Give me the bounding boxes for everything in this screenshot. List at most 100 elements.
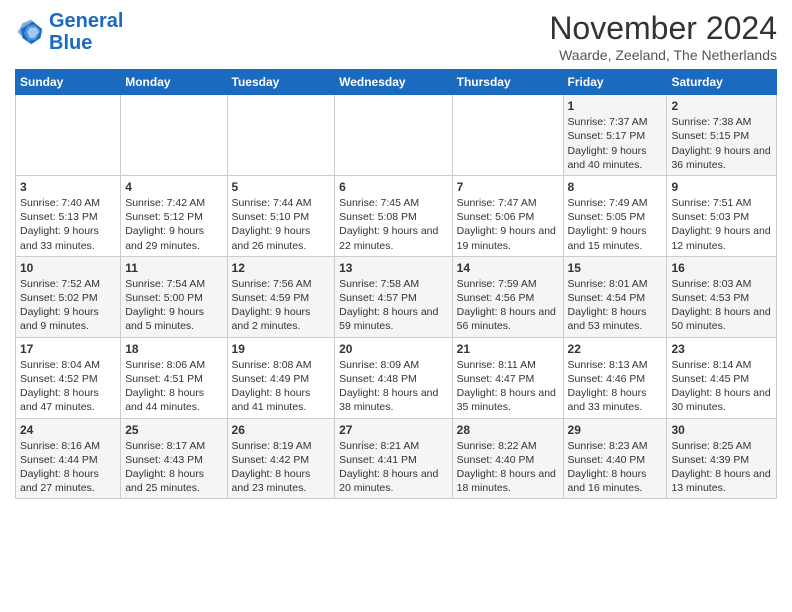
- day-info-line: Sunrise: 8:19 AM: [232, 439, 331, 453]
- day-info-line: Sunset: 5:13 PM: [20, 210, 116, 224]
- calendar-cell: 25Sunrise: 8:17 AMSunset: 4:43 PMDayligh…: [121, 418, 227, 499]
- day-number: 7: [457, 179, 559, 195]
- day-info-line: Sunrise: 8:09 AM: [339, 358, 448, 372]
- day-info-line: Sunrise: 7:54 AM: [125, 277, 222, 291]
- day-number: 18: [125, 341, 222, 357]
- calendar-cell: 6Sunrise: 7:45 AMSunset: 5:08 PMDaylight…: [335, 175, 453, 256]
- day-info-line: Sunrise: 8:04 AM: [20, 358, 116, 372]
- day-info-line: Sunset: 4:45 PM: [671, 372, 772, 386]
- day-info-line: Sunrise: 7:45 AM: [339, 196, 448, 210]
- day-info-line: Sunrise: 8:23 AM: [568, 439, 663, 453]
- day-info-line: Sunset: 5:15 PM: [671, 129, 772, 143]
- day-info-line: Daylight: 8 hours and 30 minutes.: [671, 386, 772, 414]
- day-number: 29: [568, 422, 663, 438]
- day-info-line: Sunset: 4:40 PM: [568, 453, 663, 467]
- day-info-line: Sunset: 5:17 PM: [568, 129, 663, 143]
- logo-text: General Blue: [49, 10, 123, 54]
- day-info-line: Sunset: 4:41 PM: [339, 453, 448, 467]
- header-row: Sunday Monday Tuesday Wednesday Thursday…: [16, 70, 777, 95]
- day-info-line: Sunrise: 8:13 AM: [568, 358, 663, 372]
- calendar-cell: 17Sunrise: 8:04 AMSunset: 4:52 PMDayligh…: [16, 337, 121, 418]
- title-block: November 2024 Waarde, Zeeland, The Nethe…: [549, 10, 777, 63]
- calendar-cell: [335, 95, 453, 176]
- calendar-cell: 22Sunrise: 8:13 AMSunset: 4:46 PMDayligh…: [563, 337, 667, 418]
- day-info-line: Sunset: 4:39 PM: [671, 453, 772, 467]
- day-info-line: Sunset: 5:12 PM: [125, 210, 222, 224]
- day-info-line: Daylight: 8 hours and 18 minutes.: [457, 467, 559, 495]
- day-info-line: Sunrise: 8:14 AM: [671, 358, 772, 372]
- day-number: 28: [457, 422, 559, 438]
- calendar-week-2: 10Sunrise: 7:52 AMSunset: 5:02 PMDayligh…: [16, 256, 777, 337]
- day-number: 25: [125, 422, 222, 438]
- day-info-line: Sunrise: 7:37 AM: [568, 115, 663, 129]
- day-number: 13: [339, 260, 448, 276]
- calendar-cell: 1Sunrise: 7:37 AMSunset: 5:17 PMDaylight…: [563, 95, 667, 176]
- day-info-line: Sunset: 4:44 PM: [20, 453, 116, 467]
- calendar-cell: 7Sunrise: 7:47 AMSunset: 5:06 PMDaylight…: [452, 175, 563, 256]
- day-info-line: Sunrise: 7:44 AM: [232, 196, 331, 210]
- calendar-cell: 19Sunrise: 8:08 AMSunset: 4:49 PMDayligh…: [227, 337, 335, 418]
- day-info-line: Sunset: 4:51 PM: [125, 372, 222, 386]
- col-tuesday: Tuesday: [227, 70, 335, 95]
- calendar-cell: [121, 95, 227, 176]
- day-info-line: Daylight: 9 hours and 5 minutes.: [125, 305, 222, 333]
- day-info-line: Sunset: 4:53 PM: [671, 291, 772, 305]
- day-number: 26: [232, 422, 331, 438]
- day-info-line: Daylight: 8 hours and 44 minutes.: [125, 386, 222, 414]
- day-info-line: Sunrise: 7:49 AM: [568, 196, 663, 210]
- calendar-cell: 9Sunrise: 7:51 AMSunset: 5:03 PMDaylight…: [667, 175, 777, 256]
- day-info-line: Sunrise: 7:58 AM: [339, 277, 448, 291]
- day-info-line: Daylight: 8 hours and 50 minutes.: [671, 305, 772, 333]
- day-info-line: Sunrise: 8:06 AM: [125, 358, 222, 372]
- day-info-line: Sunrise: 7:40 AM: [20, 196, 116, 210]
- day-number: 10: [20, 260, 116, 276]
- day-number: 22: [568, 341, 663, 357]
- day-info-line: Sunset: 5:06 PM: [457, 210, 559, 224]
- calendar-cell: 18Sunrise: 8:06 AMSunset: 4:51 PMDayligh…: [121, 337, 227, 418]
- calendar-week-4: 24Sunrise: 8:16 AMSunset: 4:44 PMDayligh…: [16, 418, 777, 499]
- calendar-week-3: 17Sunrise: 8:04 AMSunset: 4:52 PMDayligh…: [16, 337, 777, 418]
- day-info-line: Daylight: 9 hours and 22 minutes.: [339, 224, 448, 252]
- calendar-cell: 12Sunrise: 7:56 AMSunset: 4:59 PMDayligh…: [227, 256, 335, 337]
- day-info-line: Daylight: 8 hours and 25 minutes.: [125, 467, 222, 495]
- day-info-line: Sunset: 4:47 PM: [457, 372, 559, 386]
- calendar-cell: 8Sunrise: 7:49 AMSunset: 5:05 PMDaylight…: [563, 175, 667, 256]
- day-info-line: Daylight: 9 hours and 12 minutes.: [671, 224, 772, 252]
- day-info-line: Daylight: 9 hours and 26 minutes.: [232, 224, 331, 252]
- day-info-line: Sunrise: 8:21 AM: [339, 439, 448, 453]
- page: General Blue November 2024 Waarde, Zeela…: [0, 0, 792, 509]
- day-number: 11: [125, 260, 222, 276]
- day-info-line: Sunset: 4:42 PM: [232, 453, 331, 467]
- header: General Blue November 2024 Waarde, Zeela…: [15, 10, 777, 63]
- col-monday: Monday: [121, 70, 227, 95]
- day-info-line: Sunrise: 8:17 AM: [125, 439, 222, 453]
- col-wednesday: Wednesday: [335, 70, 453, 95]
- day-number: 15: [568, 260, 663, 276]
- day-info-line: Daylight: 8 hours and 16 minutes.: [568, 467, 663, 495]
- day-info-line: Sunrise: 8:11 AM: [457, 358, 559, 372]
- calendar-cell: 26Sunrise: 8:19 AMSunset: 4:42 PMDayligh…: [227, 418, 335, 499]
- calendar-cell: 2Sunrise: 7:38 AMSunset: 5:15 PMDaylight…: [667, 95, 777, 176]
- day-info-line: Daylight: 8 hours and 47 minutes.: [20, 386, 116, 414]
- calendar-week-1: 3Sunrise: 7:40 AMSunset: 5:13 PMDaylight…: [16, 175, 777, 256]
- day-info-line: Sunset: 4:48 PM: [339, 372, 448, 386]
- day-info-line: Daylight: 8 hours and 20 minutes.: [339, 467, 448, 495]
- day-number: 27: [339, 422, 448, 438]
- day-info-line: Sunset: 4:57 PM: [339, 291, 448, 305]
- day-info-line: Daylight: 9 hours and 40 minutes.: [568, 144, 663, 172]
- day-number: 2: [671, 98, 772, 114]
- day-number: 24: [20, 422, 116, 438]
- day-info-line: Daylight: 9 hours and 33 minutes.: [20, 224, 116, 252]
- day-info-line: Sunset: 4:52 PM: [20, 372, 116, 386]
- day-info-line: Sunset: 5:10 PM: [232, 210, 331, 224]
- day-info-line: Sunrise: 7:42 AM: [125, 196, 222, 210]
- day-info-line: Sunrise: 8:25 AM: [671, 439, 772, 453]
- day-info-line: Sunrise: 8:03 AM: [671, 277, 772, 291]
- day-info-line: Sunset: 5:08 PM: [339, 210, 448, 224]
- day-number: 1: [568, 98, 663, 114]
- day-info-line: Sunrise: 8:08 AM: [232, 358, 331, 372]
- location: Waarde, Zeeland, The Netherlands: [549, 47, 777, 63]
- day-info-line: Sunset: 5:02 PM: [20, 291, 116, 305]
- calendar-body: 1Sunrise: 7:37 AMSunset: 5:17 PMDaylight…: [16, 95, 777, 499]
- col-friday: Friday: [563, 70, 667, 95]
